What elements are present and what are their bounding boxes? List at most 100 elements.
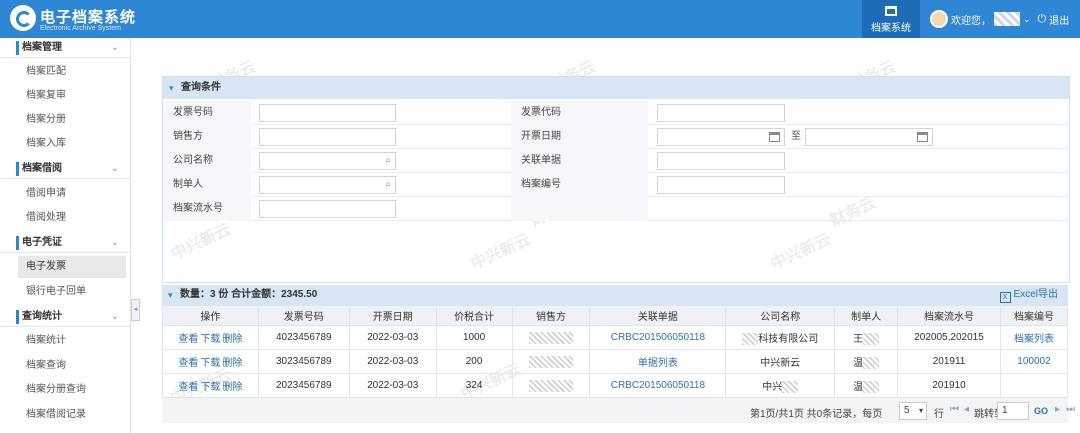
creator-label: 制单人 [163,173,251,197]
archive-serial-input[interactable] [259,200,396,218]
cell-archive-link[interactable] [999,373,1069,398]
download-link[interactable]: 下载 [200,382,220,393]
query-panel-title[interactable]: 查询条件 [163,77,1069,99]
page-size-select[interactable]: 5 [899,402,927,420]
first-page-icon[interactable]: ⏮ [950,404,959,415]
query-panel: 查询条件 发票号码 发票代码 销售方 开票日期 至 公司名称 ⌕ 关联单据 [162,76,1070,315]
invoice-no-input[interactable] [259,104,396,122]
sidebar-item-archive-storage[interactable]: 档案入库 [18,133,126,155]
sidebar-item-archive-match[interactable]: 档案匹配 [18,61,126,83]
cell-related-link[interactable]: 单据列表 [589,349,727,374]
seller-input[interactable] [259,128,396,146]
invoice-code-input[interactable] [657,104,785,122]
sidebar-group-query-stats[interactable]: 查询统计 ⌄ [0,307,131,327]
archive-system-button[interactable]: 档案系统 [862,0,920,38]
col-header-related[interactable]: 关联单据 [589,305,727,326]
related-doc-label: 关联单据 [511,149,648,173]
view-link[interactable]: 查看 [178,382,198,393]
sidebar-group-archive-borrow[interactable]: 档案借阅 ⌄ [0,159,131,179]
cell-serial: 201911 [897,349,1001,374]
page-number-input[interactable]: 1 [997,402,1029,420]
sidebar-item-archive-review[interactable]: 档案复审 [18,85,126,107]
col-header-amount[interactable]: 价税合计 [435,305,513,326]
delete-link[interactable]: 删除 [222,334,242,345]
calendar-icon[interactable] [769,132,780,142]
masked-text [863,381,880,394]
masked-text [863,333,880,346]
creator-input[interactable]: ⌕ [259,176,396,194]
logout-link[interactable]: 退出 [1049,12,1069,27]
cell-date: 2022-03-03 [348,349,437,374]
invoice-date-end[interactable] [805,128,933,146]
prev-page-icon[interactable]: ◂ [964,404,969,415]
cell-related-link[interactable]: CRBC201506050118 [589,325,727,350]
excel-export-button[interactable]: X Excel导出 [999,285,1058,305]
sidebar: 档案管理 ⌄ 档案匹配 档案复审 档案分册 档案入库 档案借阅 ⌄ 借阅申请 借阅处… [0,38,131,433]
sidebar-item-archive-stats[interactable]: 档案统计 [18,330,126,352]
cell-archive-link[interactable]: 100002 [999,349,1069,374]
col-header-date[interactable]: 开票日期 [348,305,437,326]
search-icon[interactable]: ⌕ [385,155,391,166]
delete-link[interactable]: 删除 [222,358,242,369]
cell-date: 2022-03-03 [348,325,437,350]
col-header-archive-no[interactable]: 档案编号 [999,305,1069,326]
cell-related-link[interactable]: CRBC201506050118 [589,373,727,398]
results-summary[interactable]: 数量：3 份 合计金额：2345.50 XExcel导出 [162,285,1068,305]
col-header-company[interactable]: 公司名称 [725,305,836,326]
sidebar-item-archive-query[interactable]: 档案查询 [18,355,126,377]
sidebar-item-e-invoice[interactable]: 电子发票 [18,256,126,278]
user-menu[interactable]: 欢迎您， ⌄ ⏻ 退出 [930,10,1069,28]
sidebar-item-borrow-process[interactable]: 借阅处理 [18,207,126,229]
seller-label: 销售方 [163,125,251,149]
cell-amount: 200 [435,349,513,374]
invoice-date-start[interactable] [657,128,785,146]
download-link[interactable]: 下载 [200,358,220,369]
cell-date: 2022-03-03 [348,373,437,398]
search-icon[interactable]: ⌕ [385,179,391,190]
chevron-down-icon: ⌄ [110,237,119,248]
sidebar-item-bank-receipt[interactable]: 银行电子回单 [18,281,126,303]
calendar-icon[interactable] [917,132,928,142]
cell-company: 中兴 [725,373,836,398]
date-range-separator: 至 [791,131,801,142]
last-page-icon[interactable]: ⏭ [1066,404,1075,415]
table-header-row: 操作 发票号码 开票日期 价税合计 销售方 关联单据 公司名称 制单人 档案流水… [162,305,1069,326]
power-icon[interactable]: ⏻ [1038,13,1047,26]
sidebar-group-e-voucher[interactable]: 电子凭证 ⌄ [0,233,131,253]
sidebar-item-borrow-apply[interactable]: 借阅申请 [18,183,126,205]
top-header: 电子档案系统 Electronic Archive System 档案系统 欢迎… [0,0,1080,38]
delete-link[interactable]: 删除 [222,382,242,393]
next-page-icon[interactable]: ▸ [1055,404,1060,415]
sidebar-item-volume-query[interactable]: 档案分册查询 [18,379,126,401]
invoice-code-label: 发票代码 [511,101,648,125]
table-row: 查看 下载 删除 2023456789 2022-03-03 324 CRBC201… [162,373,1069,398]
main-content: 财务云 财务云 财务云 财务云 财务云 中兴新云 中兴新云 中兴新云 中兴新云 … [148,38,1080,433]
cell-archive-link[interactable]: 档案列表 [999,325,1069,350]
sidebar-item-borrow-records[interactable]: 档案借阅记录 [18,404,126,426]
archive-no-input[interactable] [657,176,785,194]
col-header-seller[interactable]: 销售方 [511,305,591,326]
cell-invoice-no: 3023456789 [257,349,350,374]
col-header-creator[interactable]: 制单人 [834,305,899,326]
related-doc-input[interactable] [657,152,785,170]
cell-amount: 324 [435,373,513,398]
col-header-invoice-no[interactable]: 发票号码 [257,305,350,326]
go-button[interactable]: GO [1034,406,1048,416]
chevron-down-icon[interactable]: ⌄ [1023,14,1031,25]
chevron-down-icon: ⌄ [110,163,119,174]
download-link[interactable]: 下载 [200,334,220,345]
cell-serial: 201910 [897,373,1001,398]
view-link[interactable]: 查看 [178,358,198,369]
company-label: 公司名称 [163,149,251,173]
sidebar-collapse-toggle[interactable]: ◂ [131,299,140,321]
col-header-serial[interactable]: 档案流水号 [897,305,1001,326]
sidebar-group-archive-management[interactable]: 档案管理 ⌄ [0,38,131,58]
company-input[interactable]: ⌕ [259,152,396,170]
cell-creator: 王 [834,325,899,350]
pagination: 第1页/共1页 共0条记录，每页 5 行 ⏮ ◂ 跳转到 1 GO ▸ ⏭ [162,397,1075,423]
avatar [930,10,948,28]
username-masked [994,12,1020,26]
sidebar-item-archive-volume[interactable]: 档案分册 [18,109,126,131]
view-link[interactable]: 查看 [178,334,198,345]
cell-company: 科技有限公司 [725,325,836,350]
